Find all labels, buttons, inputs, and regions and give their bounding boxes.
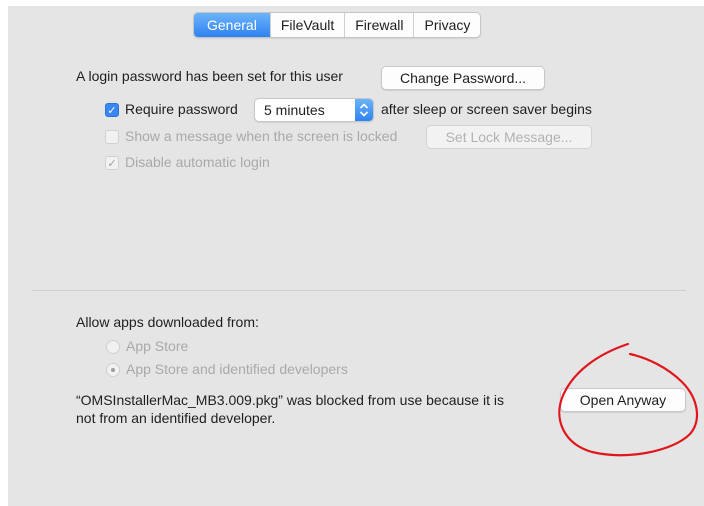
checkmark-icon: ✓ bbox=[107, 105, 117, 117]
radio-app-store-label: App Store bbox=[126, 338, 189, 354]
tab-filevault[interactable]: FileVault bbox=[269, 13, 344, 37]
require-password-checkbox[interactable]: ✓ bbox=[105, 103, 119, 117]
radio-selected-dot bbox=[111, 368, 115, 372]
updown-chevron-icon bbox=[355, 99, 373, 121]
disable-auto-login-checkbox[interactable]: ✓ bbox=[105, 156, 119, 170]
checkmark-icon: ✓ bbox=[107, 158, 117, 170]
password-delay-value: 5 minutes bbox=[264, 102, 325, 118]
set-lock-message-button[interactable]: Set Lock Message... bbox=[426, 125, 592, 149]
login-password-message: A login password has been set for this u… bbox=[76, 68, 343, 84]
tab-general[interactable]: General bbox=[194, 13, 270, 37]
radio-app-store[interactable] bbox=[106, 340, 120, 354]
tab-bar: General FileVault Firewall Privacy bbox=[193, 12, 482, 38]
section-divider bbox=[32, 290, 686, 291]
lock-message-checkbox[interactable] bbox=[105, 130, 119, 144]
change-password-button[interactable]: Change Password... bbox=[381, 66, 545, 90]
red-circle-annotation bbox=[558, 342, 699, 457]
radio-app-store-identified-label: App Store and identified developers bbox=[126, 361, 348, 377]
require-password-label: Require password bbox=[125, 101, 238, 117]
lock-message-label: Show a message when the screen is locked bbox=[125, 128, 398, 144]
disable-auto-login-label: Disable automatic login bbox=[125, 154, 270, 170]
radio-app-store-identified[interactable] bbox=[106, 363, 120, 377]
password-delay-select[interactable]: 5 minutes bbox=[254, 98, 374, 122]
require-password-suffix: after sleep or screen saver begins bbox=[381, 101, 592, 117]
tab-privacy[interactable]: Privacy bbox=[413, 13, 480, 37]
allow-apps-heading: Allow apps downloaded from: bbox=[76, 314, 259, 330]
tab-firewall[interactable]: Firewall bbox=[344, 13, 413, 37]
blocked-message-line1: “OMSInstallerMac_MB3.009.pkg” was blocke… bbox=[76, 392, 504, 408]
blocked-message-line2: not from an identified developer. bbox=[76, 410, 276, 426]
